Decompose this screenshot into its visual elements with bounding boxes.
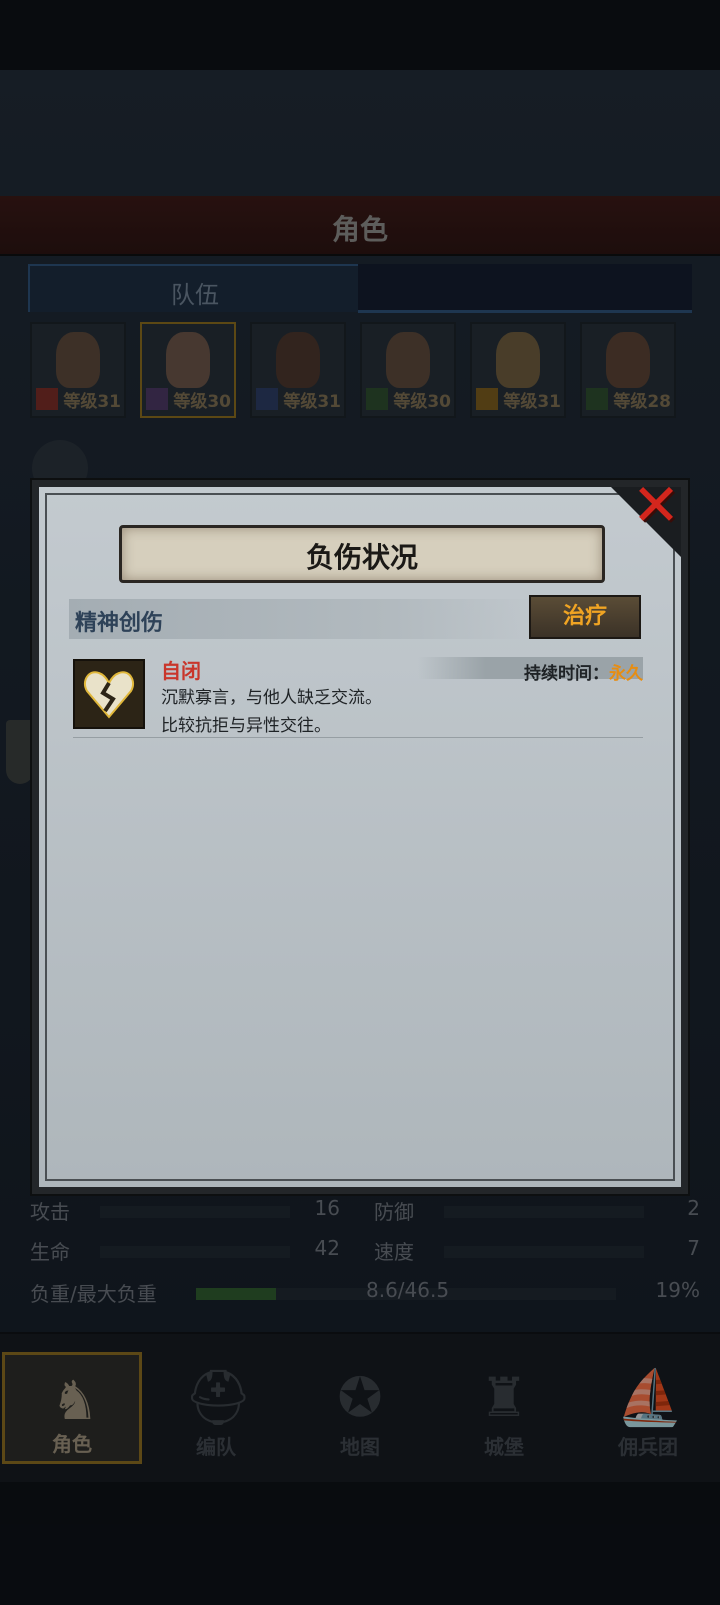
heal-button[interactable]: 治疗: [529, 595, 641, 639]
dialog-title: 负伤状况: [305, 541, 418, 574]
duration-value: 永久: [609, 664, 643, 684]
section-title: 精神创伤: [75, 611, 164, 636]
injury-description-line2: 比较抗拒与异性交往。: [161, 716, 331, 736]
section-header: 精神创伤: [69, 599, 533, 639]
duration-label: 持续时间：: [524, 664, 609, 684]
injury-description-line1: 沉默寡言，与他人缺乏交流。: [161, 688, 382, 708]
close-icon: ✕: [631, 471, 681, 539]
duration-strip: 持续时间：永久: [418, 657, 643, 684]
injury-item: 自闭 持续时间：永久 沉默寡言，与他人缺乏交流。 比较抗拒与异性交往。: [73, 655, 643, 738]
duration: 持续时间：永久: [524, 659, 643, 684]
injury-dialog: ✕ 负伤状况 精神创伤 治疗 自闭 持续时间：永久 沉默寡言，与他人缺乏交流。 …: [32, 475, 688, 1194]
close-button[interactable]: ✕: [611, 471, 687, 557]
dialog-title-banner: 负伤状况: [119, 525, 605, 583]
injury-name: 自闭: [161, 659, 201, 683]
broken-heart-icon: [73, 659, 145, 729]
